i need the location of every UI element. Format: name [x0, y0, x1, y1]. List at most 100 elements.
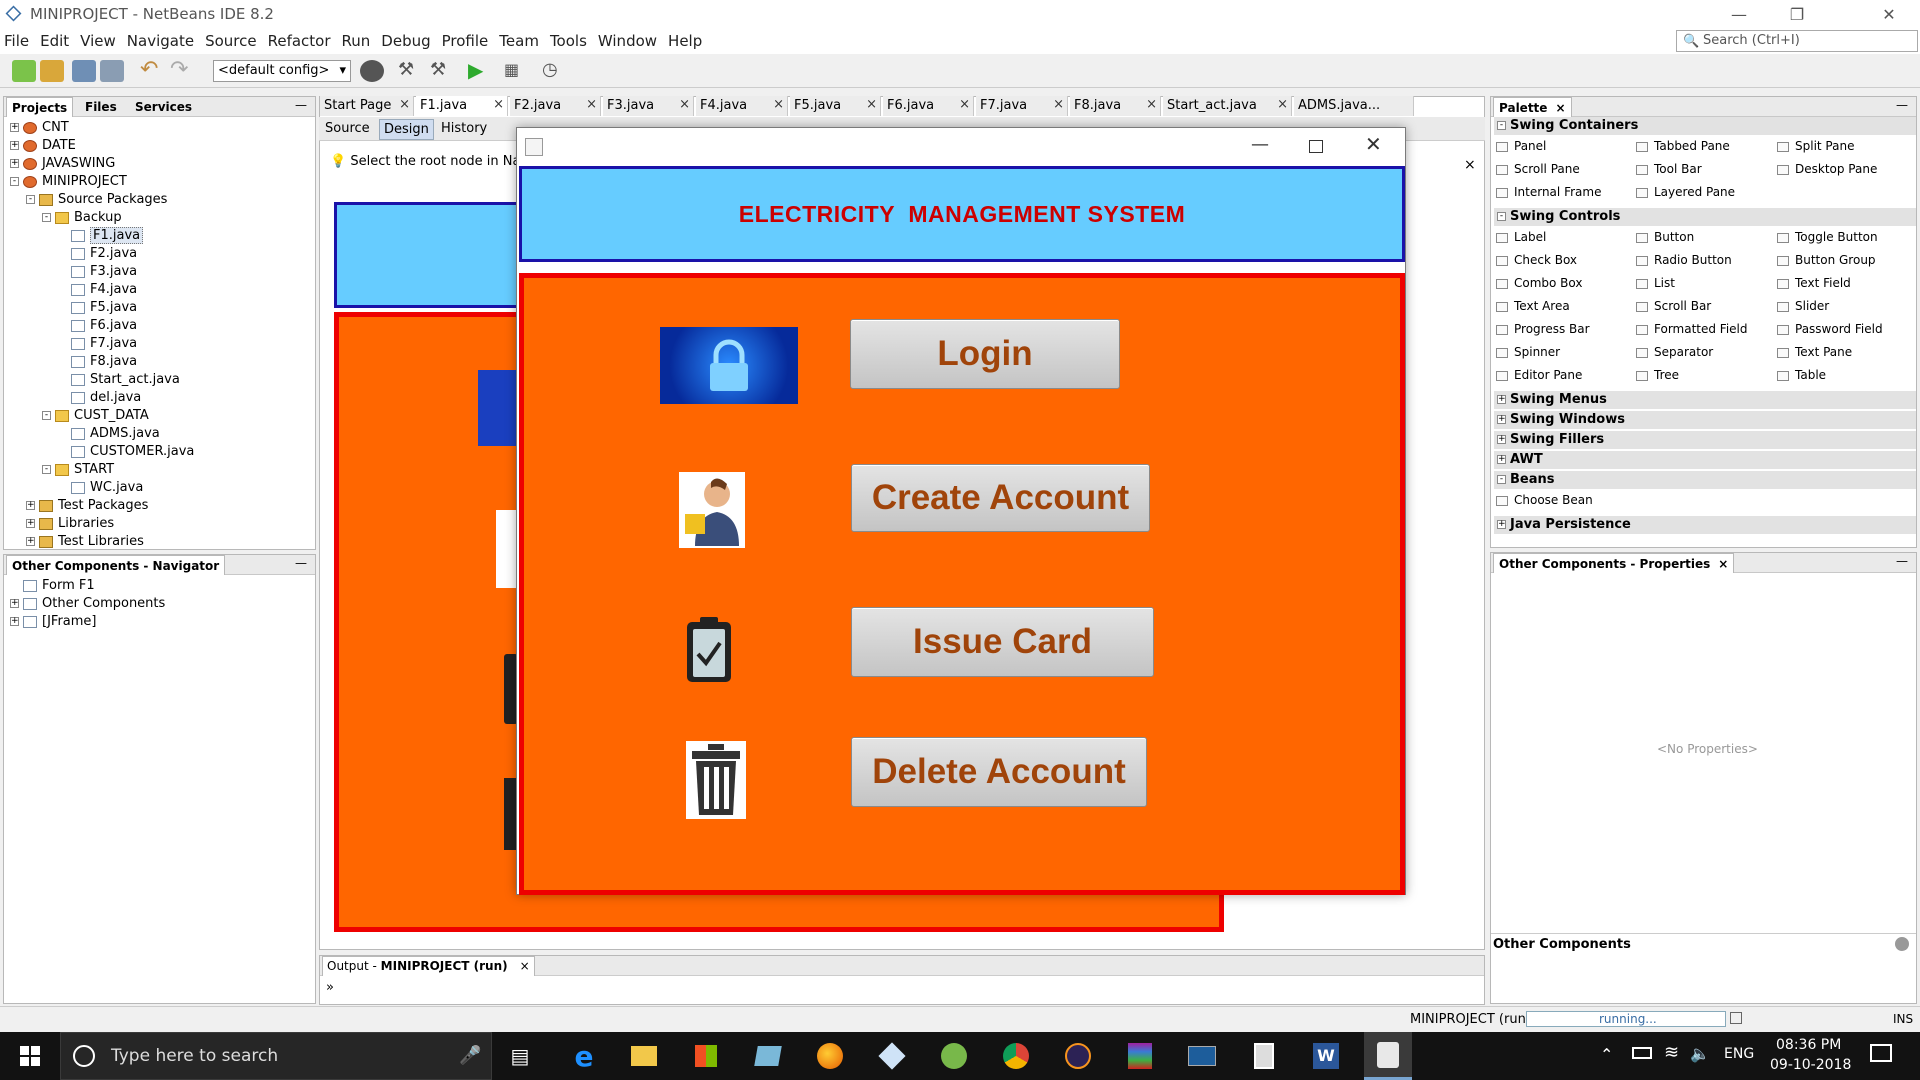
project-tree-item[interactable]: F7.java	[10, 335, 194, 353]
palette-item[interactable]: Progress Bar	[1496, 322, 1590, 336]
expand-icon[interactable]: +	[1497, 520, 1506, 529]
properties-title[interactable]: Other Components - Properties ×	[1493, 553, 1735, 573]
navigator-tree-item[interactable]: + Other Components	[10, 595, 165, 613]
help-icon[interactable]	[1895, 937, 1909, 951]
project-tree-item[interactable]: F6.java	[10, 317, 194, 335]
project-tree-item[interactable]: - START	[10, 461, 194, 479]
collapse-icon[interactable]: -	[26, 195, 35, 204]
project-tree-item[interactable]: - CUST_DATA	[10, 407, 194, 425]
expand-icon[interactable]: +	[10, 123, 19, 132]
word-icon[interactable]: W	[1302, 1032, 1350, 1080]
debug-icon[interactable]: ▦	[504, 60, 528, 82]
editor-tab[interactable]: F1.java ×	[416, 96, 508, 116]
palette-section[interactable]: + Swing Menus	[1494, 391, 1916, 409]
store-icon[interactable]	[682, 1032, 730, 1080]
palette-item[interactable]: Scroll Pane	[1496, 162, 1580, 176]
subtab-history[interactable]: History	[441, 121, 487, 136]
expand-icon[interactable]: +	[1497, 435, 1506, 444]
menu-file[interactable]: File	[0, 32, 33, 50]
calculator-icon[interactable]	[1240, 1032, 1288, 1080]
palette-item[interactable]: Button Group	[1777, 253, 1876, 267]
chrome-icon[interactable]	[992, 1032, 1040, 1080]
close-tab-icon[interactable]: ×	[493, 97, 504, 112]
edge-icon[interactable]: e	[560, 1032, 608, 1080]
palette-item[interactable]: List	[1636, 276, 1675, 290]
wifi-icon[interactable]: ≋	[1664, 1042, 1679, 1063]
open-project-icon[interactable]	[72, 60, 96, 82]
palette-item[interactable]: Split Pane	[1777, 139, 1854, 153]
redo-icon[interactable]: ↷	[170, 59, 194, 82]
palette-item[interactable]: Combo Box	[1496, 276, 1583, 290]
palette-item[interactable]: Table	[1777, 368, 1826, 382]
palette-item[interactable]: Password Field	[1777, 322, 1883, 336]
close-tab-icon[interactable]: ×	[1146, 97, 1157, 112]
project-tree-item[interactable]: del.java	[10, 389, 194, 407]
menu-source[interactable]: Source	[201, 32, 261, 50]
project-tree-item[interactable]: Start_act.java	[10, 371, 194, 389]
editor-tab[interactable]: ADMS.java...	[1294, 96, 1414, 116]
input-language[interactable]: ENG	[1724, 1046, 1754, 1062]
login-button[interactable]: Login	[850, 319, 1120, 389]
palette-item[interactable]: Layered Pane	[1636, 185, 1735, 199]
close-tab-icon[interactable]: ×	[1277, 97, 1288, 112]
expand-icon[interactable]: +	[1497, 455, 1506, 464]
collapse-icon[interactable]: -	[42, 465, 51, 474]
editor-tab[interactable]: Start_act.java ×	[1163, 96, 1292, 116]
project-tree-item[interactable]: F1.java	[10, 227, 194, 245]
palette-item[interactable]: Choose Bean	[1496, 493, 1593, 507]
java-running-icon[interactable]	[1364, 1032, 1412, 1080]
undo-icon[interactable]: ↶	[140, 59, 164, 82]
project-tree-item[interactable]: + CNT	[10, 119, 194, 137]
volume-icon[interactable]: 🔈	[1690, 1044, 1710, 1063]
menu-tools[interactable]: Tools	[546, 32, 591, 50]
create-account-button[interactable]: Create Account	[851, 464, 1150, 532]
expand-icon[interactable]: +	[10, 599, 19, 608]
close-tab-icon[interactable]: ×	[1053, 97, 1064, 112]
project-tree-item[interactable]: - MINIPROJECT	[10, 173, 194, 191]
expand-icon[interactable]: +	[10, 617, 19, 626]
close-tab-icon[interactable]: ×	[399, 97, 410, 112]
palette-section[interactable]: - Swing Controls	[1494, 208, 1916, 226]
project-tree-item[interactable]: + DATE	[10, 137, 194, 155]
menu-navigate[interactable]: Navigate	[123, 32, 198, 50]
project-tree-item[interactable]: - Source Packages	[10, 191, 194, 209]
palette-item[interactable]: Separator	[1636, 345, 1713, 359]
expand-icon[interactable]: +	[26, 501, 35, 510]
project-tree-item[interactable]: F5.java	[10, 299, 194, 317]
clean-build-icon[interactable]: ⚒	[430, 60, 454, 82]
collapse-icon[interactable]: -	[1497, 121, 1506, 130]
editor-tab[interactable]: F6.java ×	[883, 96, 974, 116]
close-tab-icon[interactable]: ×	[586, 97, 597, 112]
config-select[interactable]: <default config> ▾	[213, 60, 351, 82]
palette-item[interactable]: Radio Button	[1636, 253, 1732, 267]
task-view-icon[interactable]: ▤	[496, 1032, 544, 1080]
palette-section[interactable]: + Swing Fillers	[1494, 431, 1916, 449]
palette-title[interactable]: Palette ×	[1493, 97, 1572, 117]
palette-section[interactable]: - Swing Containers	[1494, 117, 1916, 135]
minimize-button[interactable]: —	[1710, 0, 1768, 28]
palette-section[interactable]: + AWT	[1494, 451, 1916, 469]
palette-item[interactable]: Text Field	[1777, 276, 1851, 290]
editor-tab[interactable]: F4.java ×	[696, 96, 788, 116]
navigator-tree-item[interactable]: + [JFrame]	[10, 613, 165, 631]
clock-date[interactable]: 09-10-2018	[1770, 1057, 1851, 1073]
editor-tab[interactable]: F3.java ×	[603, 96, 694, 116]
expand-icon[interactable]: +	[1497, 415, 1506, 424]
winrar-icon[interactable]	[1116, 1032, 1164, 1080]
close-hint-icon[interactable]: ×	[1464, 157, 1476, 173]
photos-icon[interactable]	[744, 1032, 792, 1080]
show-hidden-icons[interactable]: ⌃	[1600, 1045, 1613, 1064]
editor-tab[interactable]: F5.java ×	[790, 96, 881, 116]
windows-start-icon[interactable]	[6, 1032, 54, 1080]
palette-item[interactable]: Toggle Button	[1777, 230, 1878, 244]
collapse-icon[interactable]: -	[42, 411, 51, 420]
clock-time[interactable]: 08:36 PM	[1776, 1037, 1841, 1053]
restore-button[interactable]: ❐	[1768, 0, 1826, 28]
project-tree-item[interactable]: F2.java	[10, 245, 194, 263]
close-button[interactable]: ✕	[1860, 0, 1918, 28]
minimize-panel-icon[interactable]: —	[1896, 554, 1908, 568]
collapse-icon[interactable]: -	[42, 213, 51, 222]
expand-icon[interactable]: +	[1497, 395, 1506, 404]
menu-team[interactable]: Team	[495, 32, 543, 50]
palette-section[interactable]: + Swing Windows	[1494, 411, 1916, 429]
